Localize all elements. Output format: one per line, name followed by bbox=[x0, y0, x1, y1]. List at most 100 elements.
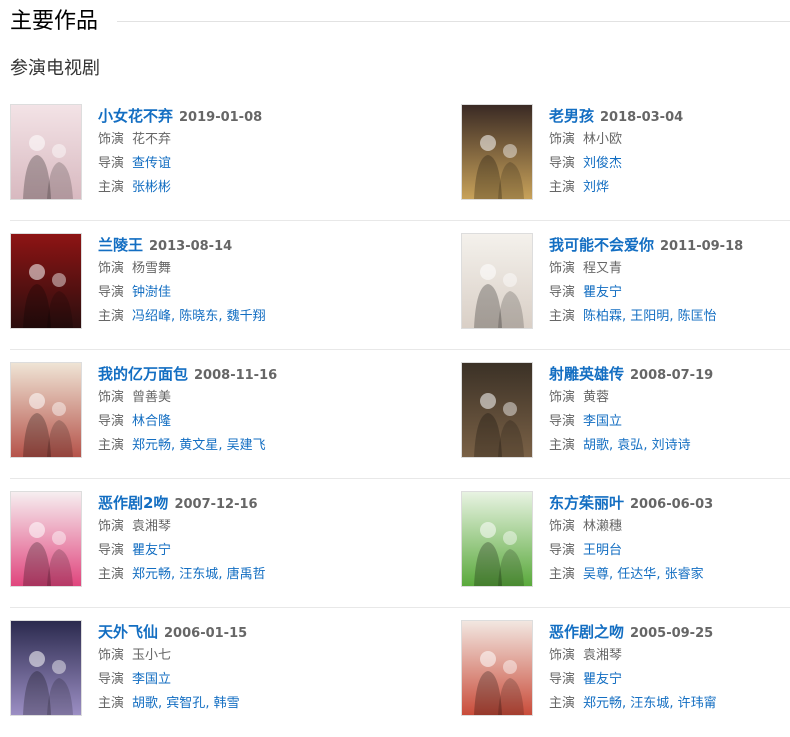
role-name: 玉小七 bbox=[132, 648, 172, 663]
role-name: 黄蓉 bbox=[583, 390, 610, 405]
director-line: 导演 钟澍佳 bbox=[98, 281, 348, 305]
work-title-line: 我的亿万面包 2008-11-16 bbox=[98, 362, 348, 386]
star-link[interactable]: 黄文星 bbox=[179, 438, 218, 453]
director-line: 导演 瞿友宁 bbox=[98, 539, 348, 563]
role-line: 饰演 林濑穗 bbox=[549, 515, 790, 539]
star-line: 主演 陈柏霖, 王阳明, 陈匡怡 bbox=[549, 305, 790, 329]
work-title-link[interactable]: 老男孩 bbox=[549, 107, 594, 125]
star-link[interactable]: 陈匡怡 bbox=[678, 309, 717, 324]
works-row: 小女花不弃 2019-01-08 饰演 花不弃 导演 查传谊 主演 张彬彬 老男孩 2018-03… bbox=[10, 92, 790, 221]
role-line: 饰演 杨雪舞 bbox=[98, 257, 348, 281]
poster-image[interactable] bbox=[461, 104, 533, 200]
star-link[interactable]: 胡歌 bbox=[583, 438, 609, 453]
director-link[interactable]: 李国立 bbox=[132, 672, 171, 687]
role-line: 饰演 林小欧 bbox=[549, 128, 790, 152]
role-line: 饰演 曾善美 bbox=[98, 386, 348, 410]
star-link[interactable]: 唐禹哲 bbox=[227, 567, 266, 582]
list-separator: , bbox=[218, 309, 227, 324]
poster-image[interactable] bbox=[10, 104, 82, 200]
role-label: 饰演 bbox=[549, 261, 576, 276]
work-item: 我的亿万面包 2008-11-16 饰演 曾善美 导演 林合隆 主演 郑元畅, 黄文星, 吴建… bbox=[10, 350, 340, 479]
star-link[interactable]: 郑元畅 bbox=[132, 438, 171, 453]
poster-image[interactable] bbox=[10, 362, 82, 458]
work-date: 2011-09-18 bbox=[660, 239, 744, 254]
role-line: 饰演 玉小七 bbox=[98, 644, 348, 668]
director-link[interactable]: 瞿友宁 bbox=[132, 543, 171, 558]
poster-image[interactable] bbox=[10, 233, 82, 329]
director-line: 导演 瞿友宁 bbox=[549, 668, 790, 692]
work-item: 兰陵王 2013-08-14 饰演 杨雪舞 导演 钟澍佳 主演 冯绍峰, 陈晓东, 魏千翔 bbox=[10, 221, 340, 350]
poster-image[interactable] bbox=[461, 620, 533, 716]
work-info: 射雕英雄传 2008-07-19 饰演 黄蓉 导演 李国立 主演 胡歌, 袁弘, 刘诗诗 bbox=[549, 362, 790, 458]
work-title-link[interactable]: 我可能不会爱你 bbox=[549, 236, 654, 254]
director-label: 导演 bbox=[549, 414, 576, 429]
director-line: 导演 王明台 bbox=[549, 539, 790, 563]
work-item: 恶作剧之吻 2005-09-25 饰演 袁湘琴 导演 瞿友宁 主演 郑元畅, 汪东城, 许玮甯 bbox=[461, 608, 790, 737]
director-link[interactable]: 林合隆 bbox=[132, 414, 171, 429]
director-link[interactable]: 刘俊杰 bbox=[583, 156, 622, 171]
poster-image[interactable] bbox=[461, 491, 533, 587]
star-link[interactable]: 吴建飞 bbox=[227, 438, 266, 453]
star-link[interactable]: 任达华 bbox=[617, 567, 656, 582]
subsection-title: 参演电视剧 bbox=[10, 58, 100, 79]
star-link[interactable]: 许玮甯 bbox=[678, 696, 717, 711]
star-link[interactable]: 张彬彬 bbox=[132, 180, 171, 195]
work-title-link[interactable]: 东方茱丽叶 bbox=[549, 494, 624, 512]
star-link[interactable]: 韩雪 bbox=[214, 696, 240, 711]
star-link[interactable]: 郑元畅 bbox=[132, 567, 171, 582]
star-link[interactable]: 宾智孔 bbox=[166, 696, 205, 711]
work-date: 2019-01-08 bbox=[179, 110, 263, 125]
work-date: 2006-01-15 bbox=[164, 626, 248, 641]
director-link[interactable]: 瞿友宁 bbox=[583, 672, 622, 687]
poster-image[interactable] bbox=[10, 491, 82, 587]
director-label: 导演 bbox=[549, 543, 576, 558]
work-date: 2008-07-19 bbox=[630, 368, 714, 383]
director-link[interactable]: 王明台 bbox=[583, 543, 622, 558]
work-item: 老男孩 2018-03-04 饰演 林小欧 导演 刘俊杰 主演 刘烨 bbox=[461, 92, 790, 221]
star-link[interactable]: 冯绍峰 bbox=[132, 309, 171, 324]
star-link[interactable]: 刘诗诗 bbox=[652, 438, 691, 453]
star-link[interactable]: 刘烨 bbox=[583, 180, 609, 195]
work-title-link[interactable]: 我的亿万面包 bbox=[98, 365, 188, 383]
star-link[interactable]: 陈晓东 bbox=[179, 309, 218, 324]
director-link[interactable]: 李国立 bbox=[583, 414, 622, 429]
star-link[interactable]: 张睿家 bbox=[665, 567, 704, 582]
work-title-link[interactable]: 恶作剧之吻 bbox=[549, 623, 624, 641]
work-info: 恶作剧之吻 2005-09-25 饰演 袁湘琴 导演 瞿友宁 主演 郑元畅, 汪东城, 许玮甯 bbox=[549, 620, 790, 716]
work-title-link[interactable]: 恶作剧2吻 bbox=[98, 494, 168, 512]
star-link[interactable]: 袁弘 bbox=[617, 438, 643, 453]
director-line: 导演 李国立 bbox=[98, 668, 348, 692]
role-name: 林小欧 bbox=[583, 132, 623, 147]
star-line: 主演 胡歌, 袁弘, 刘诗诗 bbox=[549, 434, 790, 458]
star-link[interactable]: 魏千翔 bbox=[227, 309, 266, 324]
work-title-line: 老男孩 2018-03-04 bbox=[549, 104, 790, 128]
director-link[interactable]: 查传谊 bbox=[132, 156, 171, 171]
work-title-line: 东方茱丽叶 2006-06-03 bbox=[549, 491, 790, 515]
star-line: 主演 郑元畅, 黄文星, 吴建飞 bbox=[98, 434, 348, 458]
director-link[interactable]: 瞿友宁 bbox=[583, 285, 622, 300]
star-link[interactable]: 胡歌 bbox=[132, 696, 158, 711]
star-link[interactable]: 吴尊 bbox=[583, 567, 609, 582]
star-link[interactable]: 汪东城 bbox=[630, 696, 669, 711]
star-link[interactable]: 王阳明 bbox=[630, 309, 669, 324]
star-link[interactable]: 郑元畅 bbox=[583, 696, 622, 711]
work-title-link[interactable]: 射雕英雄传 bbox=[549, 365, 624, 383]
director-label: 导演 bbox=[98, 543, 125, 558]
work-title-link[interactable]: 小女花不弃 bbox=[98, 107, 173, 125]
work-date: 2005-09-25 bbox=[630, 626, 714, 641]
star-link[interactable]: 汪东城 bbox=[179, 567, 218, 582]
work-title-link[interactable]: 兰陵王 bbox=[98, 236, 143, 254]
poster-image[interactable] bbox=[10, 620, 82, 716]
star-link[interactable]: 陈柏霖 bbox=[583, 309, 622, 324]
poster-image[interactable] bbox=[461, 362, 533, 458]
section-header: 主要作品 bbox=[10, 6, 790, 38]
role-name: 花不弃 bbox=[132, 132, 172, 147]
role-label: 饰演 bbox=[98, 519, 125, 534]
works-row: 恶作剧2吻 2007-12-16 饰演 袁湘琴 导演 瞿友宁 主演 郑元畅, 汪东城, 唐禹哲… bbox=[10, 479, 790, 608]
star-label: 主演 bbox=[549, 696, 576, 711]
role-label: 饰演 bbox=[549, 519, 576, 534]
director-link[interactable]: 钟澍佳 bbox=[132, 285, 171, 300]
work-info: 天外飞仙 2006-01-15 饰演 玉小七 导演 李国立 主演 胡歌, 宾智孔, 韩雪 bbox=[98, 620, 348, 716]
work-title-link[interactable]: 天外飞仙 bbox=[98, 623, 158, 641]
poster-image[interactable] bbox=[461, 233, 533, 329]
